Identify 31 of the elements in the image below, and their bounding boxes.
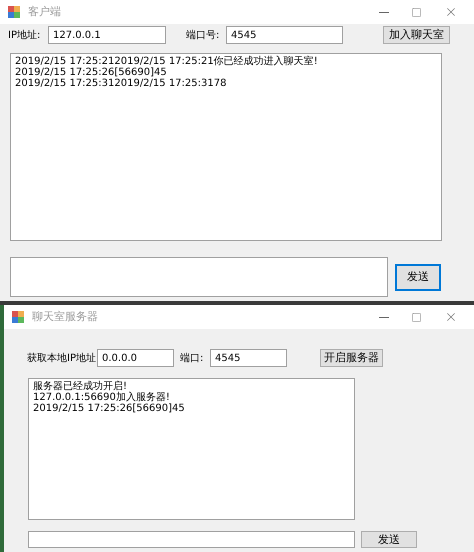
log-line: 127.0.0.1:56690加入服务器! bbox=[33, 392, 171, 403]
log-line: 2019/2/15 17:25:26[56690]45 bbox=[15, 67, 168, 78]
send-button[interactable]: 发送 bbox=[395, 264, 441, 290]
maximize-icon bbox=[411, 312, 422, 322]
ip-label: IP地址: bbox=[8, 28, 42, 42]
text-field[interactable]: 0.0.0.0 bbox=[97, 349, 174, 367]
message-input[interactable] bbox=[28, 531, 355, 548]
join-chat-button[interactable]: 加入聊天室 bbox=[383, 26, 450, 44]
maximize-icon bbox=[411, 6, 422, 18]
maximize-button[interactable] bbox=[411, 312, 422, 322]
text-field[interactable]: 127.0.0.1 bbox=[48, 26, 166, 44]
message-input[interactable] bbox=[10, 257, 388, 297]
log-line: 2019/2/15 17:25:212019/2/15 17:25:21你已经成功进入聊天室! bbox=[15, 56, 319, 67]
port-label: 端口号: bbox=[186, 28, 220, 42]
text-field[interactable]: 4545 bbox=[226, 26, 343, 44]
text-field[interactable]: 4545 bbox=[210, 349, 287, 367]
send-button[interactable]: 发送 bbox=[361, 531, 417, 548]
message-log[interactable]: 2019/2/15 17:25:212019/2/15 17:25:21你已经成功进入聊天室! 2019/2/15 17:25:26[56690]45 2019/2/15 17:25:312019/2/15 17:25:3178 bbox=[10, 53, 442, 241]
port-label: 端口: bbox=[180, 352, 204, 366]
message-log[interactable]: 服务器已经成功开启! 127.0.0.1:56690加入服务器! 2019/2/15 17:25:26[56690]45 bbox=[28, 378, 355, 520]
log-line: 2019/2/15 17:25:312019/2/15 17:25:3178 bbox=[15, 78, 228, 89]
app-icon bbox=[12, 311, 24, 323]
app-icon bbox=[8, 6, 20, 18]
ip-label: 获取本地IP地址 bbox=[27, 352, 97, 366]
log-line: 2019/2/15 17:25:26[56690]45 bbox=[33, 403, 186, 414]
log-line: 服务器已经成功开启! bbox=[33, 381, 128, 392]
start-server-button[interactable]: 开启服务器 bbox=[320, 349, 383, 367]
window-title: 客户端 bbox=[28, 4, 61, 20]
window-title: 聊天室服务器 bbox=[32, 308, 98, 325]
minimize-icon bbox=[379, 316, 389, 318]
maximize-button[interactable] bbox=[411, 6, 422, 18]
